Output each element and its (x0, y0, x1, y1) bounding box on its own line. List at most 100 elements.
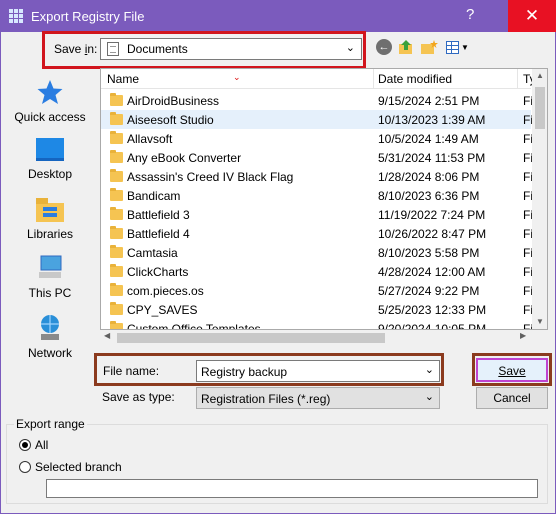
new-folder-button[interactable] (420, 39, 438, 55)
place-label: Network (27, 346, 72, 360)
scroll-up-icon[interactable]: ▲ (532, 71, 547, 80)
file-date: 5/27/2024 9:22 PM (378, 284, 480, 298)
savein-label: Save in: (54, 42, 98, 56)
file-date: 10/26/2022 8:47 PM (378, 227, 487, 241)
place-label: Quick access (14, 110, 86, 124)
filename-field[interactable]: Registry backup ⌄ (196, 360, 440, 382)
file-date: 9/15/2024 2:51 PM (378, 94, 480, 108)
file-name: Any eBook Converter (127, 151, 242, 165)
column-separator[interactable] (373, 69, 374, 89)
back-button[interactable]: ← (376, 39, 392, 55)
desktop-icon (36, 138, 64, 161)
file-date: 5/25/2023 12:33 PM (378, 303, 487, 317)
file-row[interactable]: Battlefield 3 11/19/2022 7:24 PM Fil (101, 205, 536, 224)
radio-selected-branch[interactable] (19, 461, 31, 473)
libraries-icon (36, 198, 64, 222)
close-button[interactable]: ✕ (508, 0, 556, 32)
file-row[interactable]: Battlefield 4 10/26/2022 8:47 PM Fil (101, 224, 536, 243)
place-label: Desktop (27, 167, 73, 181)
sort-indicator-icon: ⌄ (233, 72, 241, 82)
title-bar: Export Registry File ? ✕ (0, 0, 556, 32)
scroll-left-icon[interactable]: ◀ (104, 331, 110, 340)
file-date: 9/20/2024 10:05 PM (378, 322, 487, 330)
folder-icon (110, 169, 123, 182)
help-button[interactable]: ? (466, 6, 474, 23)
file-date: 4/28/2024 12:00 AM (378, 265, 486, 279)
horizontal-scrollbar[interactable]: ◀ ▶ (100, 330, 532, 346)
radio-branch-label[interactable]: Selected branch (35, 460, 122, 474)
file-row[interactable]: Any eBook Converter 5/31/2024 11:53 PM Fil (101, 148, 536, 167)
file-name: Battlefield 4 (127, 227, 190, 241)
savetype-value: Registration Files (*.reg) (201, 392, 331, 406)
column-name[interactable]: Name (107, 72, 139, 86)
file-rows: AirDroidBusiness 9/15/2024 2:51 PM Fil Aise… (101, 91, 536, 330)
chevron-down-icon: ⌄ (424, 391, 434, 403)
chevron-down-icon[interactable]: ⌄ (425, 363, 434, 376)
close-icon: ✕ (524, 6, 540, 25)
filename-label: File name: (103, 364, 160, 378)
scroll-down-icon[interactable]: ▼ (532, 317, 547, 326)
folder-icon (110, 131, 123, 144)
filename-value: Registry backup (201, 365, 288, 379)
radio-all[interactable] (19, 439, 31, 451)
dropdown-arrow-icon: ▼ (461, 42, 469, 52)
location-dropdown[interactable]: Documents ⌄ (100, 38, 362, 60)
selected-branch-field[interactable] (46, 479, 538, 498)
documents-icon (107, 42, 119, 56)
radio-all-label[interactable]: All (35, 438, 48, 452)
savetype-dropdown[interactable]: Registration Files (*.reg) ⌄ (196, 387, 440, 409)
file-date: 8/10/2023 6:36 PM (378, 189, 480, 203)
file-name: com.pieces.os (127, 284, 204, 298)
file-name: ClickCharts (127, 265, 189, 279)
file-name: Camtasia (127, 246, 178, 260)
folder-icon (110, 188, 123, 201)
computer-icon (39, 255, 62, 278)
column-separator[interactable] (517, 69, 518, 89)
column-header: Name ⌄ Date modified Ty (101, 69, 536, 89)
folder-icon (110, 283, 123, 296)
file-row[interactable]: CPY_SAVES 5/25/2023 12:33 PM Fil (101, 300, 536, 319)
back-arrow-icon: ← (378, 41, 390, 53)
place-label: Libraries (26, 227, 74, 241)
registry-app-icon (9, 9, 23, 23)
file-row[interactable]: Aiseesoft Studio 10/13/2023 1:39 AM Fil (101, 110, 536, 129)
place-desktop[interactable]: Desktop (6, 137, 94, 181)
file-list[interactable]: Name ⌄ Date modified Ty AirDroidBusiness… (100, 68, 548, 330)
view-menu-button[interactable]: ▼ (446, 39, 470, 55)
folder-icon (110, 150, 123, 163)
cancel-button[interactable]: Cancel (476, 387, 548, 409)
file-row[interactable]: Camtasia 8/10/2023 5:58 PM Fil (101, 243, 536, 262)
window-title: Export Registry File (31, 8, 145, 24)
file-date: 10/5/2024 1:49 AM (378, 132, 479, 146)
export-range-title: Export range (14, 417, 87, 431)
up-folder-button[interactable] (398, 39, 414, 55)
file-row[interactable]: Assassin's Creed IV Black Flag 1/28/2024 … (101, 167, 536, 186)
file-row[interactable]: ClickCharts 4/28/2024 12:00 AM Fil (101, 262, 536, 281)
file-date: 10/13/2023 1:39 AM (378, 113, 486, 127)
new-folder-icon (421, 40, 438, 54)
place-quick-access[interactable]: Quick access (6, 78, 94, 124)
scroll-right-icon[interactable]: ▶ (520, 331, 526, 340)
save-button[interactable]: Save (476, 358, 548, 382)
folder-icon (110, 264, 123, 277)
file-row[interactable]: com.pieces.os 5/27/2024 9:22 PM Fil (101, 281, 536, 300)
file-name: AirDroidBusiness (127, 94, 220, 108)
scroll-thumb[interactable] (535, 87, 545, 129)
place-this-pc[interactable]: This PC (6, 254, 94, 300)
column-date[interactable]: Date modified (378, 72, 452, 86)
file-row[interactable]: Custom Office Templates 9/20/2024 10:05 P… (101, 319, 536, 330)
chevron-down-icon: ⌄ (345, 42, 355, 54)
file-row[interactable]: AirDroidBusiness 9/15/2024 2:51 PM Fil (101, 91, 536, 110)
vertical-scrollbar[interactable]: ▲ ▼ (532, 69, 547, 329)
folder-icon (110, 302, 123, 315)
scroll-thumb[interactable] (117, 333, 385, 343)
place-network[interactable]: Network (6, 314, 94, 360)
file-date: 11/19/2022 7:24 PM (378, 208, 486, 222)
file-name: Aiseesoft Studio (127, 113, 214, 127)
place-label: This PC (28, 286, 72, 300)
file-row[interactable]: Allavsoft 10/5/2024 1:49 AM Fil (101, 129, 536, 148)
place-libraries[interactable]: Libraries (6, 195, 94, 241)
file-row[interactable]: Bandicam 8/10/2023 6:36 PM Fil (101, 186, 536, 205)
location-value: Documents (127, 42, 188, 56)
file-name: CPY_SAVES (127, 303, 198, 317)
